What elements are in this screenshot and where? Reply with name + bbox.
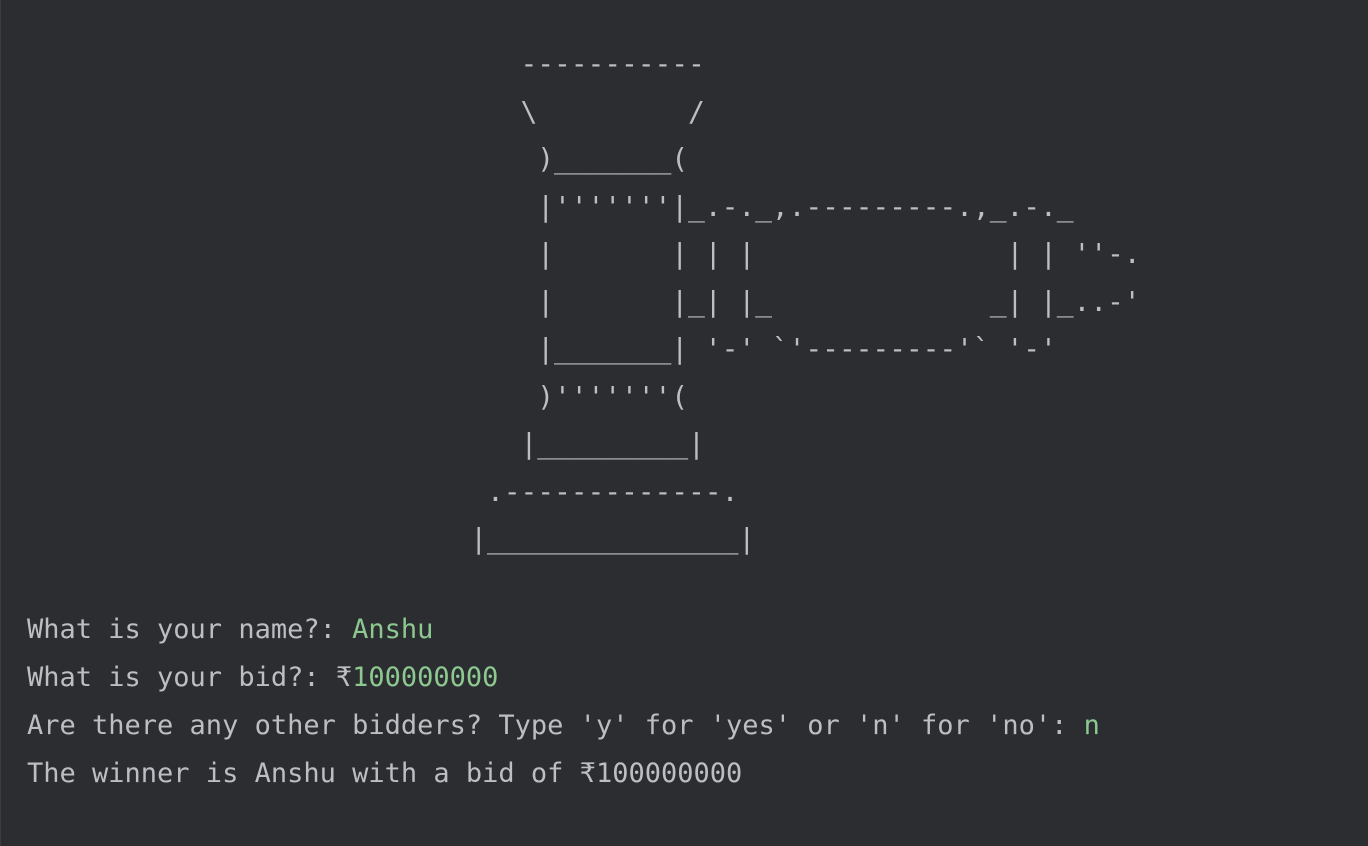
name-input: Anshu xyxy=(352,614,434,645)
other-bidders-prompt-line: Are there any other bidders? Type 'y' fo… xyxy=(27,702,1100,750)
name-prompt: What is your name?: xyxy=(27,614,353,645)
other-bidders-prompt: Are there any other bidders? Type 'y' fo… xyxy=(27,710,1084,741)
bid-prompt: What is your bid?: ₹ xyxy=(27,662,353,693)
gavel-ascii-art: ----------- \ / )_______( |'''''''|_.-._… xyxy=(470,47,1141,555)
console-output: ----------- \ / )_______( |'''''''|_.-._… xyxy=(0,0,1368,846)
winner-line: The winner is Anshu with a bid of ₹10000… xyxy=(27,750,742,798)
name-prompt-line: What is your name?: Anshu xyxy=(27,606,433,654)
winner-text: The winner is Anshu with a bid of ₹10000… xyxy=(27,758,743,789)
bid-input: 100000000 xyxy=(352,662,499,693)
bid-prompt-line: What is your bid?: ₹100000000 xyxy=(27,654,498,702)
other-bidders-input: n xyxy=(1083,710,1100,741)
